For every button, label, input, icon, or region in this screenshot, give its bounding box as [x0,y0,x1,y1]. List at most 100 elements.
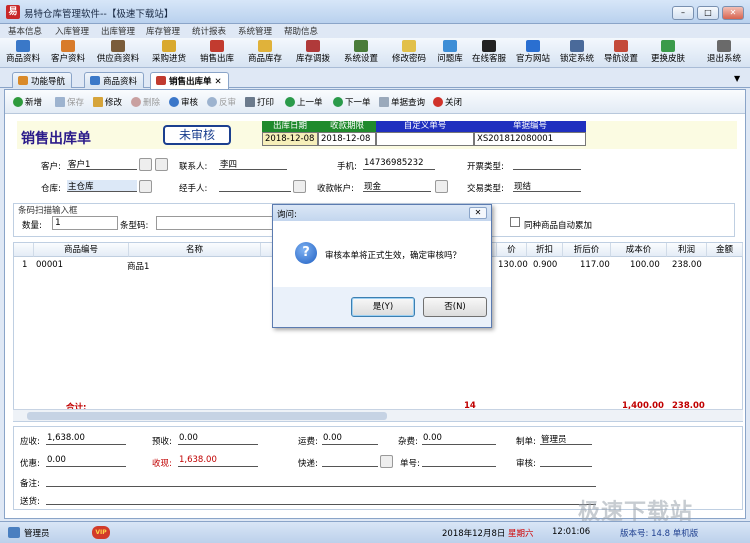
custom-no-field[interactable] [376,132,474,146]
contact-field[interactable]: 李四 [219,158,287,170]
toolbar-nav-settings-button[interactable]: 导航设置 [600,40,642,66]
menu-system[interactable]: 系统管理 [238,25,272,37]
tab-product[interactable]: 商品资料 [84,72,145,88]
row-name[interactable]: 商品1 [127,260,149,272]
handler-field[interactable] [219,180,291,192]
toolbar-support-button[interactable]: 在线客服 [468,40,510,66]
row-price[interactable]: 130.00 [498,260,528,270]
scrollbar-thumb[interactable] [27,412,387,420]
toolbar-website-button[interactable]: 官方网站 [512,40,554,66]
yes-button[interactable]: 是(Y) [351,297,415,317]
menu-basic-info[interactable]: 基本信息 [8,25,42,37]
grid-header-code[interactable]: 商品编号 [34,243,129,257]
tab-sales-out[interactable]: 销售出库单 ✕ [150,72,229,89]
misc-label: 杂费: [398,437,418,447]
tab-dropdown-icon[interactable]: ▼ [734,74,740,83]
edit-button[interactable]: 修改 [93,96,122,108]
toolbar-stock-button[interactable]: 商品库存 [242,40,288,66]
customer-field[interactable]: 客户1 [67,158,137,170]
customer-pick-icon[interactable] [139,158,152,171]
toolbar-supplier-button[interactable]: 供应商资料 [92,40,144,66]
menu-inbound[interactable]: 入库管理 [55,25,89,37]
barcode-label: 条型码: [120,221,149,231]
toolbar-purchase-button[interactable]: 采购进货 [146,40,192,66]
toolbar-skin-button[interactable]: 更换皮肤 [644,40,692,66]
remark-field[interactable] [46,475,596,487]
account-field[interactable]: 现金 [363,180,431,192]
tab-nav[interactable]: 功能导航 [12,72,73,88]
menu-reports[interactable]: 统计报表 [192,25,226,37]
received-field[interactable]: 1,638.00 [178,455,258,467]
plus-icon [13,97,23,107]
merge-checkbox[interactable] [510,217,520,227]
grid-horizontal-scrollbar[interactable] [13,409,743,421]
warehouse-pick-icon[interactable] [139,180,152,193]
dialog-close-button[interactable]: ✕ [469,207,487,219]
document-title: 销售出库单 [21,131,91,147]
toolbar-transfer-button[interactable]: 库存调拨 [290,40,336,66]
discount-field[interactable]: 0.00 [46,455,126,467]
handler-pick-icon[interactable] [293,180,306,193]
toolbar-sales-out-button[interactable]: 销售出库 [194,40,240,66]
express-field[interactable] [322,455,378,467]
auditor-field [540,455,592,467]
trade-field[interactable]: 现结 [513,180,581,192]
express-pick-icon[interactable] [380,455,393,468]
save-icon [55,97,65,107]
row-after-price[interactable]: 117.00 [580,260,610,270]
toolbar-password-button[interactable]: 修改密码 [386,40,432,66]
row-profit[interactable]: 238.00 [672,260,702,270]
barcode-input[interactable] [156,216,274,230]
toolbar-settings-button[interactable]: 系统设置 [338,40,384,66]
prev-button[interactable]: 上一单 [285,96,323,108]
no-button[interactable]: 否(N) [423,297,487,317]
next-button[interactable]: 下一单 [333,96,371,108]
tracking-field[interactable] [422,455,496,467]
audit-button[interactable]: 审核 [169,96,198,108]
new-button[interactable]: 新增 [13,96,42,108]
main-toolbar: 商品资料 客户资料 供应商资料 采购进货 销售出库 商品库存 库存调拨 系统设置… [0,38,750,68]
close-window-button[interactable]: ✕ [722,6,744,20]
grid-header-cost[interactable]: 成本价 [611,243,667,257]
menu-inventory[interactable]: 库存管理 [146,25,180,37]
customer-add-icon[interactable] [155,158,168,171]
toolbar-faq-button[interactable]: 问题库 [434,40,466,66]
delivery-field[interactable] [46,493,596,505]
grid-header-after[interactable]: 折后价 [563,243,611,257]
grid-header-amount[interactable]: 金额 [707,243,743,257]
delete-button[interactable]: 删除 [131,96,160,108]
row-code[interactable]: 00001 [36,260,63,270]
minimize-button[interactable]: – [672,6,694,20]
invoice-field[interactable] [513,158,581,170]
receivable-field[interactable]: 1,638.00 [46,433,126,445]
freight-field[interactable]: 0.00 [322,433,378,445]
close-doc-button[interactable]: 关闭 [433,96,462,108]
row-cost[interactable]: 100.00 [630,260,660,270]
menu-outbound[interactable]: 出库管理 [101,25,135,37]
warehouse-field[interactable]: 主仓库 [67,180,137,192]
grid-header-name[interactable]: 名称 [129,243,261,257]
unaudit-button[interactable]: 反审 [207,96,236,108]
query-button[interactable]: 单据查询 [379,96,425,108]
toolbar-product-button[interactable]: 商品资料 [2,40,44,66]
account-pick-icon[interactable] [435,180,448,193]
tab-strip: 功能导航 商品资料 销售出库单 ✕ ▼ [0,70,750,89]
qty-input[interactable]: 1 [52,216,118,230]
grid-header-discount[interactable]: 折扣 [527,243,563,257]
grid-header-profit[interactable]: 利润 [667,243,707,257]
menu-help[interactable]: 帮助信息 [284,25,318,37]
toolbar-exit-button[interactable]: 退出系统 [702,40,746,66]
toolbar-customer-button[interactable]: 客户资料 [46,40,90,66]
prepaid-field[interactable]: 0.00 [178,433,258,445]
toolbar-lock-button[interactable]: 锁定系统 [556,40,598,66]
row-discount[interactable]: 0.900 [533,260,557,270]
maximize-button[interactable]: □ [697,6,719,20]
save-button[interactable]: 保存 [55,96,84,108]
grid-header-price[interactable]: 价 [497,243,527,257]
phone-field[interactable]: 14736985232 [363,158,435,170]
ship-date-field[interactable]: 2018-12-08 [262,132,318,146]
qq-icon [482,40,496,52]
print-button[interactable]: 打印 [245,96,274,108]
misc-field[interactable]: 0.00 [422,433,496,445]
due-date-field[interactable]: 2018-12-08 [318,132,376,146]
